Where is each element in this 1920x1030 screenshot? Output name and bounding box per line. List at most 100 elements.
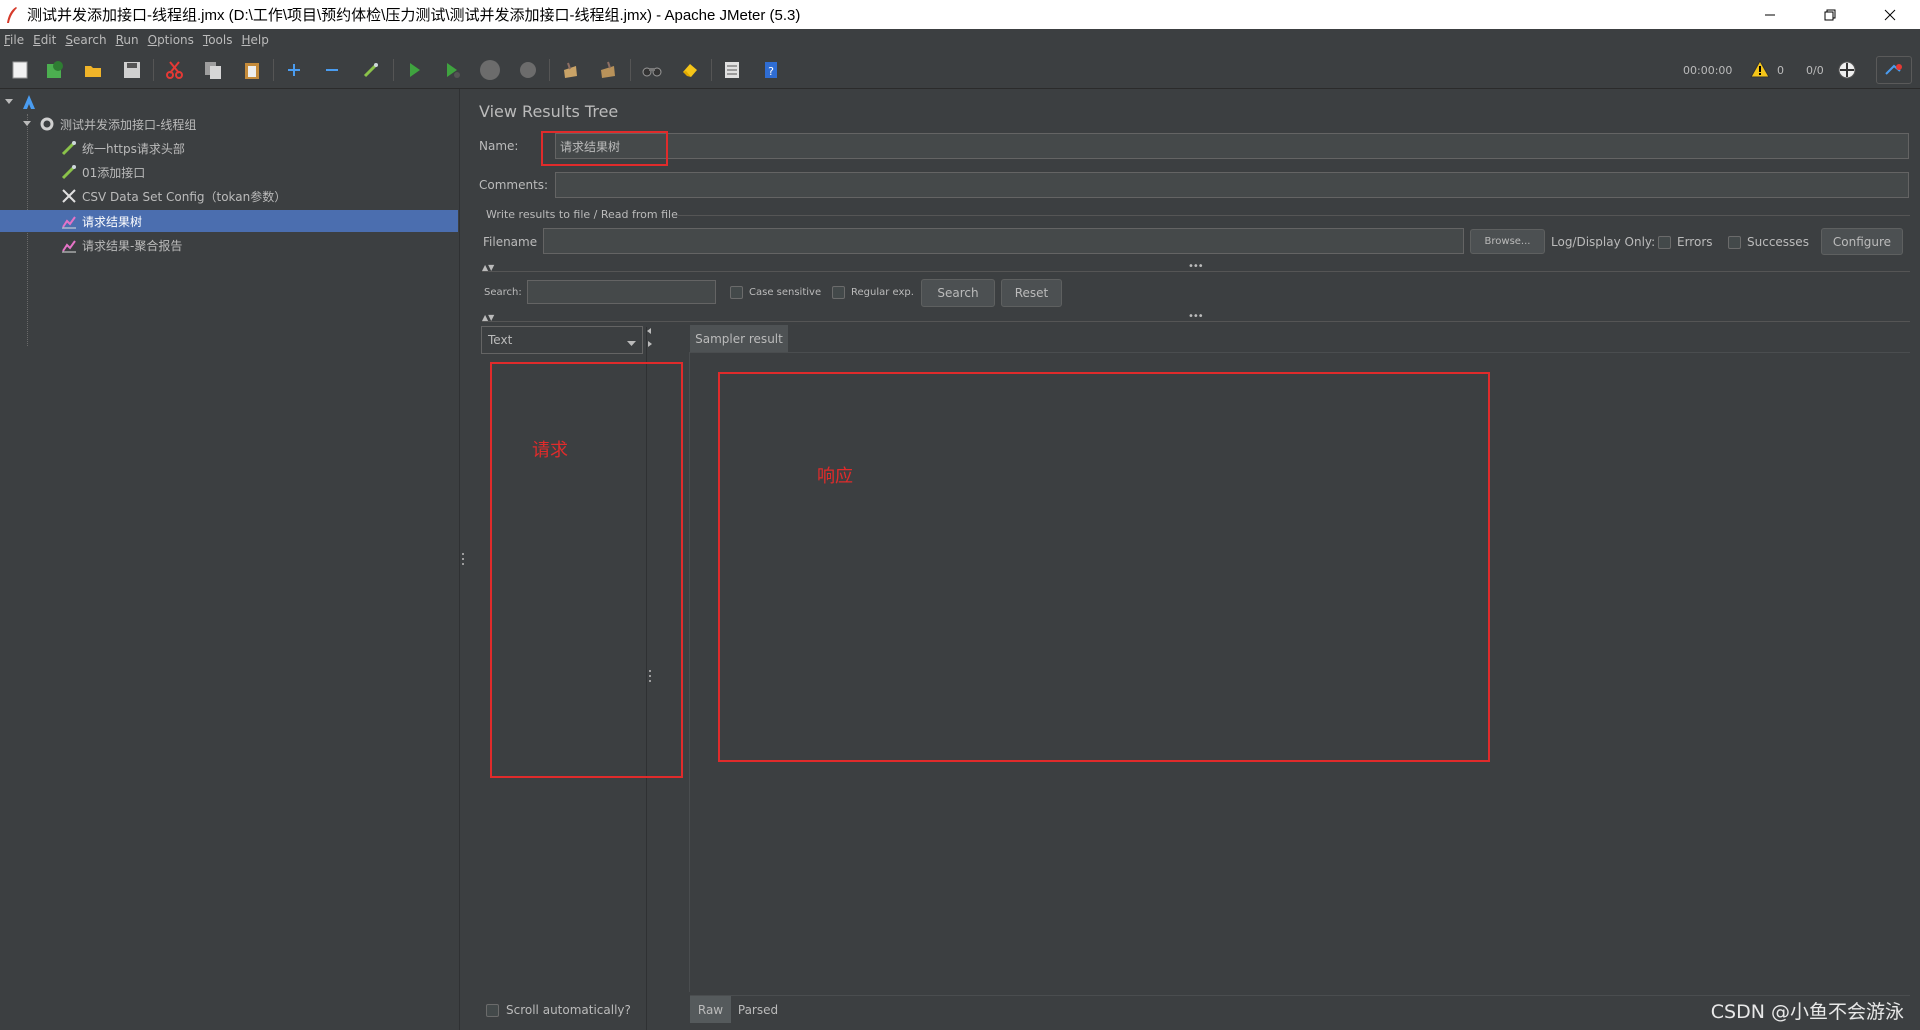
menu-edit[interactable]: Edit	[33, 33, 56, 47]
search-button[interactable]: Search	[921, 279, 995, 307]
save-button[interactable]	[120, 58, 144, 82]
start-no-pauses-button[interactable]	[440, 58, 464, 82]
tree-expand-arrow-icon[interactable]	[22, 119, 32, 129]
collapse-all-button[interactable]	[320, 58, 344, 82]
search-tree-button[interactable]	[640, 58, 664, 82]
log-display-label: Log/Display Only:	[1551, 235, 1656, 249]
splitter-arrows-icon[interactable]	[647, 327, 652, 349]
test-plan-tree: 测试并发添加接口-线程组 统一https请求头部 01添加接口 CSV Data…	[0, 89, 460, 1030]
menu-file[interactable]: File	[4, 33, 24, 47]
splitter-handle[interactable]	[461, 552, 465, 566]
successes-checkbox[interactable]	[1728, 236, 1741, 249]
minimize-button[interactable]	[1740, 0, 1800, 29]
tree-node-results-tree[interactable]: 请求结果树	[0, 210, 458, 232]
renderer-select[interactable]: Text	[481, 326, 643, 354]
menu-run[interactable]: Run	[116, 33, 139, 47]
help-button[interactable]: ?	[759, 58, 783, 82]
tree-node-test-plan[interactable]	[4, 91, 42, 113]
start-button[interactable]	[402, 58, 426, 82]
annotation-request-box	[490, 362, 683, 778]
comments-label: Comments:	[479, 178, 549, 192]
menu-help[interactable]: Help	[242, 33, 269, 47]
tab-sampler-result[interactable]: Sampler result	[690, 325, 788, 352]
name-field[interactable]: 请求结果树	[555, 133, 1909, 159]
new-button[interactable]	[8, 58, 32, 82]
tree-node-thread-group[interactable]: 测试并发添加接口-线程组	[22, 113, 196, 135]
toolbar-separator	[711, 59, 712, 81]
annotation-response-box	[718, 372, 1490, 762]
csdn-watermark: CSDN @小鱼不会游泳	[1710, 1001, 1904, 1023]
tree-node-label: 统一https请求头部	[82, 141, 185, 156]
clear-button[interactable]	[558, 58, 582, 82]
svg-text:?: ?	[768, 65, 774, 78]
reset-search-button[interactable]	[678, 58, 702, 82]
close-icon	[1884, 9, 1896, 20]
comments-field[interactable]	[555, 172, 1909, 198]
tab-parsed[interactable]: Parsed	[735, 996, 781, 1023]
new-file-icon	[12, 61, 28, 79]
toolbar: ? 00:00:00 0 0/0	[0, 51, 1920, 89]
filename-field[interactable]	[543, 228, 1464, 254]
filename-label: Filename	[483, 235, 538, 249]
menu-bar: File Edit Search Run Options Tools Help	[0, 29, 1920, 51]
close-button[interactable]	[1860, 0, 1920, 29]
browse-button[interactable]: Browse...	[1470, 229, 1545, 254]
section-divider	[678, 215, 1910, 216]
toolbar-separator	[630, 59, 631, 81]
tree-node-header-manager[interactable]: 统一https请求头部	[60, 137, 185, 159]
reset-button[interactable]: Reset	[1001, 279, 1062, 307]
tree-node-csv-config[interactable]: CSV Data Set Config（tokan参数）	[60, 185, 286, 207]
annotation-request-label: 请求	[532, 440, 568, 461]
scroll-auto-label: Scroll automatically?	[506, 1003, 631, 1017]
log-viewer-button[interactable]	[1876, 56, 1912, 84]
panel-title: View Results Tree	[479, 102, 619, 121]
errors-checkbox[interactable]	[1658, 236, 1671, 249]
list-icon	[725, 62, 739, 78]
restore-button[interactable]	[1800, 0, 1860, 29]
tree-node-aggregate-report[interactable]: 请求结果-聚合报告	[60, 234, 182, 256]
tab-raw[interactable]: Raw	[690, 996, 731, 1023]
scroll-auto-checkbox[interactable]	[486, 1004, 499, 1017]
annotation-name-box	[541, 131, 668, 166]
window-title: 测试并发添加接口-线程组.jmx (D:\工作\项目\预约体检\压力测试\测试并…	[27, 7, 801, 24]
tree-node-http-sampler[interactable]: 01添加接口	[60, 161, 145, 183]
copy-button[interactable]	[201, 58, 225, 82]
function-helper-button[interactable]	[720, 58, 744, 82]
expand-all-button[interactable]	[282, 58, 306, 82]
clear-all-button[interactable]	[596, 58, 620, 82]
splitter-dots-icon[interactable]: •••	[1188, 311, 1204, 322]
cut-button[interactable]	[163, 58, 187, 82]
warning-count: 0	[1777, 64, 1784, 77]
configure-button[interactable]: Configure	[1821, 228, 1903, 255]
search-field[interactable]	[527, 280, 716, 304]
tree-expand-arrow-icon[interactable]	[4, 97, 14, 107]
plus-icon	[288, 64, 300, 76]
minimize-icon	[1765, 14, 1775, 15]
case-sensitive-checkbox[interactable]	[730, 286, 743, 299]
renderer-select-value: Text	[488, 333, 513, 347]
case-sensitive-label: Case sensitive	[749, 287, 822, 298]
wand-icon	[363, 63, 378, 78]
open-button[interactable]	[81, 58, 105, 82]
toggle-button[interactable]	[359, 58, 383, 82]
tree-node-label: CSV Data Set Config（tokan参数）	[82, 189, 287, 204]
broom-all-icon	[601, 61, 615, 78]
log-icon	[1885, 64, 1902, 75]
tab-underline	[690, 352, 1910, 353]
menu-search[interactable]: Search	[65, 33, 106, 47]
warning-icon[interactable]	[1750, 59, 1770, 79]
menu-options[interactable]: Options	[148, 33, 194, 47]
remote-status-button[interactable]	[1835, 58, 1859, 82]
stop-button[interactable]	[478, 58, 502, 82]
eraser-icon	[683, 64, 697, 77]
paste-button[interactable]	[240, 58, 264, 82]
tree-node-label: 01添加接口	[82, 165, 146, 180]
splitter-dots-icon[interactable]: •••	[1188, 261, 1204, 272]
regular-exp-checkbox[interactable]	[832, 286, 845, 299]
tree-node-label: 测试并发添加接口-线程组	[60, 117, 197, 132]
title-bar: 测试并发添加接口-线程组.jmx (D:\工作\项目\预约体检\压力测试\测试并…	[0, 0, 1920, 29]
shutdown-button[interactable]	[516, 58, 540, 82]
templates-button[interactable]	[43, 58, 67, 82]
menu-tools[interactable]: Tools	[203, 33, 233, 47]
save-icon	[124, 62, 140, 78]
